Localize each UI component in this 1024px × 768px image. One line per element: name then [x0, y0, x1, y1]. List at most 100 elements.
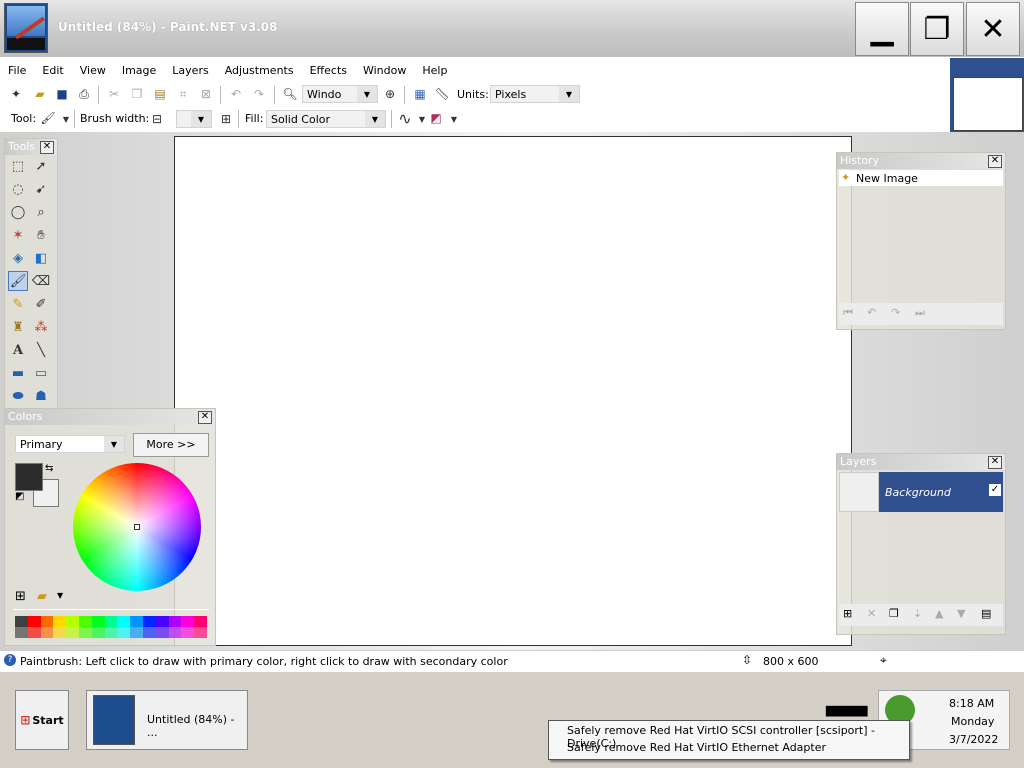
palette-swatch[interactable] [78, 616, 92, 638]
color-wheel-cursor[interactable] [134, 524, 140, 530]
palette-swatch[interactable] [91, 616, 105, 638]
rectangle-icon[interactable]: ▬ [8, 363, 28, 383]
menu-layers[interactable]: Layers [164, 64, 216, 77]
chevron-down-icon[interactable]: ▼ [58, 111, 74, 127]
rulers-icon[interactable]: 📏︎ [434, 86, 450, 102]
move-selection-icon[interactable]: ➹ [31, 179, 51, 199]
gradient-icon[interactable]: ◧ [31, 248, 51, 268]
network-tray-icon[interactable]: ▄▄▄ [826, 696, 868, 717]
close-icon[interactable]: ✕ [40, 141, 54, 154]
palette-swatch[interactable] [142, 616, 156, 638]
delete-layer-icon[interactable]: ✕ [867, 607, 876, 620]
drawing-canvas[interactable] [174, 136, 852, 646]
close-icon[interactable]: ✕ [988, 456, 1002, 469]
add-to-palette-icon[interactable]: ⊞ [15, 589, 26, 604]
brush-width-combobox[interactable]: ▼ [176, 110, 212, 128]
menu-image[interactable]: Image [114, 64, 164, 77]
layer-visibility-checkbox[interactable]: ✓ [989, 484, 1001, 496]
grid-icon[interactable]: ▦ [412, 86, 428, 102]
palette-swatch[interactable] [155, 616, 169, 638]
menu-window[interactable]: Window [355, 64, 414, 77]
primary-secondary-select[interactable]: Primary ▼ [15, 435, 125, 453]
paintbrush-tool-icon[interactable]: 🖌︎ [40, 110, 56, 126]
decrease-width-icon[interactable]: ⊟ [149, 111, 165, 127]
copy-icon[interactable]: ❐ [129, 86, 145, 102]
minimize-button[interactable]: ▁ [855, 2, 909, 56]
menu-effects[interactable]: Effects [302, 64, 355, 77]
primary-color-swatch[interactable] [15, 463, 43, 491]
paintbrush-icon[interactable]: 🖌︎ [8, 271, 28, 291]
print-icon[interactable]: ⎙ [76, 86, 92, 102]
lasso-select-icon[interactable]: ◌ [8, 179, 28, 199]
eraser-icon[interactable]: ⌫ [31, 271, 51, 291]
paste-icon[interactable]: ▤ [152, 86, 168, 102]
open-folder-icon[interactable]: ▰ [32, 86, 48, 102]
zoom-tool-icon[interactable]: ⌕ [31, 202, 51, 222]
menu-view[interactable]: View [72, 64, 114, 77]
chevron-down-icon[interactable]: ▼ [446, 111, 462, 127]
ellipse-select-icon[interactable]: ◯ [8, 202, 28, 222]
rounded-rectangle-icon[interactable]: ▭ [31, 363, 51, 383]
close-icon[interactable]: ✕ [198, 411, 212, 424]
duplicate-layer-icon[interactable]: ❐ [889, 607, 899, 620]
pencil-icon[interactable]: ✎ [8, 294, 28, 314]
palette-swatch[interactable] [130, 616, 143, 638]
recolor-icon[interactable]: ⁂ [31, 317, 51, 337]
palette-menu-icon[interactable]: ▰ [37, 589, 47, 604]
redo-icon[interactable]: ↷ [891, 306, 900, 319]
palette-swatch[interactable] [27, 616, 41, 638]
increase-width-icon[interactable]: ⊞ [218, 111, 234, 127]
start-button[interactable]: ⊞ Start [15, 690, 69, 750]
zoom-in-icon[interactable]: ⊕ [382, 86, 398, 102]
clone-stamp-icon[interactable]: ♜ [8, 317, 28, 337]
color-picker-icon[interactable]: ✐ [31, 294, 51, 314]
move-down-icon[interactable]: ▼ [957, 607, 965, 620]
palette-swatch[interactable] [66, 616, 79, 638]
rewind-icon[interactable]: ⏮ [843, 306, 853, 320]
maximize-button[interactable]: ❐ [910, 2, 964, 56]
palette-swatch[interactable] [181, 616, 195, 638]
swap-colors-icon[interactable]: ⇆ [45, 463, 53, 474]
move-selected-pixels-icon[interactable]: ➚ [31, 156, 51, 176]
layer-properties-icon[interactable]: ▤ [981, 607, 991, 620]
paint-bucket-icon[interactable]: ◈ [8, 248, 28, 268]
paintnet-app-icon[interactable] [4, 3, 48, 53]
palette-swatch[interactable] [194, 616, 207, 638]
fill-combobox[interactable]: Solid Color ▼ [266, 110, 386, 128]
redo-icon[interactable]: ↷ [251, 86, 267, 102]
merge-layer-icon[interactable]: ⇣ [913, 607, 922, 620]
undo-icon[interactable]: ↶ [228, 86, 244, 102]
reset-colors-icon[interactable]: ◩ [15, 491, 24, 502]
pan-hand-icon[interactable]: ✋︎ [31, 225, 51, 245]
palette-swatch[interactable] [53, 616, 67, 638]
ellipse-icon[interactable]: ⬬ [8, 386, 28, 406]
palette-swatch[interactable] [40, 616, 54, 638]
palette-swatch[interactable] [15, 616, 28, 638]
freeform-shape-icon[interactable]: ☗ [31, 386, 51, 406]
add-layer-icon[interactable]: ⊞ [843, 607, 852, 620]
palette-swatch[interactable] [168, 616, 182, 638]
palette-swatch[interactable] [104, 616, 118, 638]
chevron-down-icon[interactable]: ▼ [57, 591, 63, 600]
move-up-icon[interactable]: ▲ [935, 607, 943, 620]
menu-file[interactable]: File [0, 64, 34, 77]
cut-icon[interactable]: ✂ [106, 86, 122, 102]
units-combobox[interactable]: Pixels ▼ [490, 85, 580, 103]
palette-swatch[interactable] [117, 616, 131, 638]
text-tool-icon[interactable]: A [8, 340, 28, 360]
more-colors-button[interactable]: More >> [133, 433, 209, 457]
menu-adjustments[interactable]: Adjustments [217, 64, 302, 77]
undo-icon[interactable]: ↶ [867, 306, 876, 319]
antialiasing-icon[interactable]: ∿ [397, 109, 413, 128]
line-curve-icon[interactable]: ╲ [31, 340, 51, 360]
save-icon[interactable]: ■ [54, 86, 70, 102]
zoom-combobox[interactable]: Windo ▼ [302, 85, 378, 103]
colors-panel-title[interactable]: Colors [5, 409, 215, 425]
history-item[interactable]: ✦ New Image [839, 170, 1003, 186]
menu-edit[interactable]: Edit [34, 64, 71, 77]
layers-panel-title[interactable]: Layers [837, 454, 1005, 470]
new-icon[interactable]: ✦ [8, 86, 24, 102]
color-palette[interactable] [15, 616, 207, 638]
magic-wand-icon[interactable]: ✶ [8, 225, 28, 245]
history-panel-title[interactable]: History [837, 153, 1005, 169]
